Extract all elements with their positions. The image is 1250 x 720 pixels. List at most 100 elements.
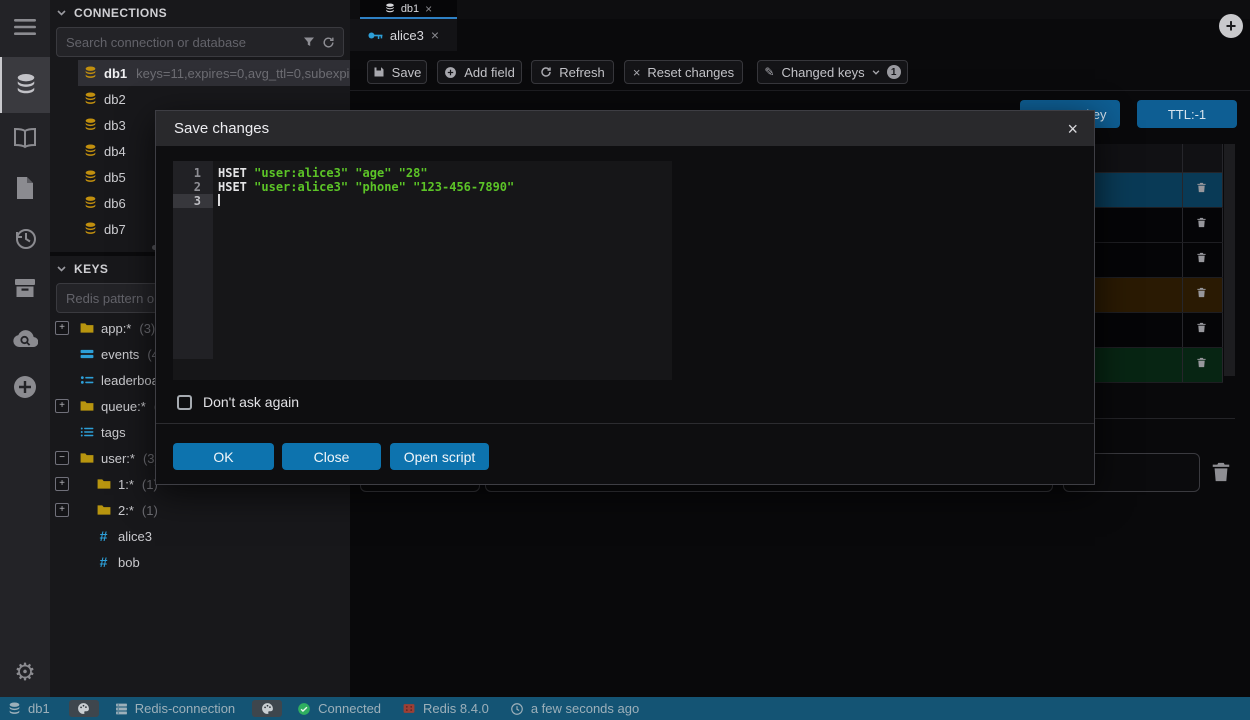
chevron-down-icon bbox=[57, 266, 66, 272]
docs-icon[interactable] bbox=[0, 113, 50, 163]
ttl-button[interactable]: TTL:-1 bbox=[1137, 100, 1237, 128]
tab-alice3[interactable]: alice3 × bbox=[350, 19, 457, 51]
save-button[interactable]: Save bbox=[367, 60, 427, 84]
database-color-button[interactable] bbox=[69, 700, 99, 717]
history-icon[interactable] bbox=[0, 213, 50, 263]
connection-search bbox=[56, 27, 344, 57]
database-icon bbox=[84, 222, 97, 236]
changed-count-badge: 1 bbox=[887, 65, 901, 79]
menu-icon[interactable] bbox=[0, 2, 50, 52]
expander-icon[interactable]: − bbox=[55, 451, 69, 465]
save-changes-dialog: Save changes × 1HSET "user:alice3" "age"… bbox=[155, 110, 1095, 485]
delete-field-button[interactable] bbox=[1210, 461, 1232, 488]
close-tab-icon[interactable]: × bbox=[431, 27, 439, 43]
key-node-2[interactable]: +2:*(1) bbox=[50, 497, 350, 523]
changed-keys-button[interactable]: ✎ Changed keys 1 bbox=[757, 60, 908, 84]
dont-ask-checkbox[interactable] bbox=[177, 395, 192, 410]
delete-row-button[interactable] bbox=[1196, 286, 1207, 304]
delete-row-button[interactable] bbox=[1196, 216, 1207, 234]
button-label: Save bbox=[392, 65, 422, 80]
folder-icon bbox=[97, 478, 111, 490]
status-bar: db1 Redis-connection Connected Redis 8.4… bbox=[0, 697, 1250, 720]
connections-header[interactable]: CONNECTIONS bbox=[50, 0, 350, 25]
command-editor[interactable]: 1HSET "user:alice3" "age" "28"2HSET "use… bbox=[173, 161, 672, 380]
clock-icon bbox=[510, 702, 524, 716]
sorted-set-type-icon bbox=[80, 374, 94, 386]
expander-icon[interactable]: + bbox=[55, 503, 69, 517]
folder-icon bbox=[80, 452, 94, 464]
button-label: Reset changes bbox=[647, 65, 734, 80]
database-icon bbox=[15, 73, 37, 97]
trash-icon bbox=[1210, 461, 1232, 483]
folder-icon bbox=[80, 400, 94, 412]
button-label: Add field bbox=[464, 65, 515, 80]
key-count: (3) bbox=[139, 321, 155, 336]
archive-icon[interactable] bbox=[0, 263, 50, 313]
plus-circle-icon bbox=[444, 66, 457, 79]
tab-label: db1 bbox=[401, 3, 419, 15]
reset-changes-button[interactable]: × Reset changes bbox=[624, 60, 743, 84]
line-number: 2 bbox=[173, 180, 213, 194]
folder-icon bbox=[97, 504, 111, 516]
trash-icon bbox=[1196, 356, 1207, 369]
delete-row-button[interactable] bbox=[1196, 356, 1207, 374]
tab-db1[interactable]: db1 × bbox=[360, 0, 457, 19]
settings-gear-icon[interactable]: ⚙ bbox=[0, 647, 50, 697]
server-icon bbox=[115, 702, 128, 716]
connection-search-input[interactable] bbox=[57, 35, 303, 50]
keys-title: KEYS bbox=[74, 262, 108, 276]
save-icon bbox=[373, 66, 385, 78]
key-icon bbox=[368, 29, 383, 42]
tab-label: alice3 bbox=[390, 28, 424, 43]
editor-line: 3 bbox=[173, 194, 672, 208]
database-icon bbox=[84, 144, 97, 158]
refresh-button[interactable]: Refresh bbox=[531, 60, 614, 84]
status-last-refresh: a few seconds ago bbox=[510, 701, 639, 716]
connection-db1[interactable]: db1keys=11,expires=0,avg_ttl=0,subexpiry… bbox=[50, 60, 350, 86]
filter-icon[interactable] bbox=[303, 36, 315, 48]
trash-icon bbox=[1196, 251, 1207, 264]
table-vscrollbar[interactable] bbox=[1224, 144, 1235, 376]
connection-db2[interactable]: db2 bbox=[50, 86, 350, 112]
ok-button[interactable]: OK bbox=[173, 443, 274, 470]
connection-color-button[interactable] bbox=[252, 700, 282, 717]
delete-row-button[interactable] bbox=[1196, 321, 1207, 339]
add-connection-icon[interactable] bbox=[0, 362, 50, 412]
stream-type-icon bbox=[80, 348, 94, 360]
expander-icon[interactable]: + bbox=[55, 477, 69, 491]
refresh-icon[interactable] bbox=[322, 36, 335, 49]
sidebar-item-connections[interactable] bbox=[0, 57, 50, 113]
dialog-title: Save changes bbox=[174, 120, 1067, 137]
database-icon bbox=[84, 66, 97, 80]
expander-icon[interactable]: + bbox=[55, 321, 69, 335]
close-icon: × bbox=[633, 65, 641, 80]
cloud-search-icon[interactable] bbox=[0, 313, 50, 363]
palette-icon bbox=[77, 702, 90, 715]
add-field-button[interactable]: Add field bbox=[437, 60, 522, 84]
refresh-icon bbox=[540, 66, 552, 78]
editor-lines: 1HSET "user:alice3" "age" "28"2HSET "use… bbox=[173, 166, 672, 208]
editor-line: 1HSET "user:alice3" "age" "28" bbox=[173, 166, 672, 180]
delete-row-button[interactable] bbox=[1196, 181, 1207, 199]
list-type-icon bbox=[80, 426, 94, 438]
delete-row-button[interactable] bbox=[1196, 251, 1207, 269]
db-meta: keys=11,expires=0,avg_ttl=0,subexpiry=0 bbox=[136, 66, 350, 81]
key-node-alice3[interactable]: #alice3 bbox=[50, 523, 350, 549]
open-script-button[interactable]: Open script bbox=[390, 443, 489, 470]
status-database[interactable]: db1 bbox=[8, 701, 50, 716]
close-dialog-icon[interactable]: × bbox=[1067, 120, 1078, 138]
editor-line: 2HSET "user:alice3" "phone" "123-456-789… bbox=[173, 180, 672, 194]
file-icon[interactable] bbox=[0, 163, 50, 213]
expander-icon[interactable]: + bbox=[55, 399, 69, 413]
connections-title: CONNECTIONS bbox=[74, 6, 167, 20]
new-tab-button[interactable]: + bbox=[1219, 14, 1243, 38]
database-icon bbox=[84, 170, 97, 184]
key-node-bob[interactable]: #bob bbox=[50, 549, 350, 575]
database-icon bbox=[385, 3, 395, 14]
status-version: Redis 8.4.0 bbox=[402, 701, 489, 716]
hash-type-icon: # bbox=[100, 528, 108, 544]
trash-icon bbox=[1196, 181, 1207, 194]
close-tab-icon[interactable]: × bbox=[425, 2, 432, 16]
status-connection[interactable]: Redis-connection bbox=[115, 701, 235, 716]
close-button[interactable]: Close bbox=[282, 443, 381, 470]
